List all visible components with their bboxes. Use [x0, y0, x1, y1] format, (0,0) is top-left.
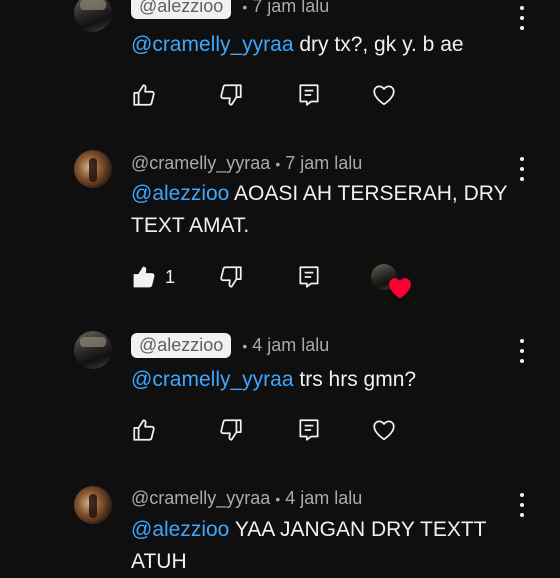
- separator: •: [275, 155, 281, 172]
- comment-meta: @cramelly_yyraa • 4 jam lalu: [131, 488, 362, 509]
- like-icon: [133, 266, 155, 288]
- comment-text: @cramelly_yyraa dry tx?, gk y. b ae: [131, 29, 511, 61]
- avatar[interactable]: [74, 150, 112, 188]
- like-button[interactable]: [131, 81, 157, 109]
- comment-body: dry tx?, gk y. b ae: [293, 33, 464, 56]
- timestamp: 4 jam lalu: [285, 488, 363, 508]
- more-options-icon[interactable]: [514, 6, 530, 30]
- creator-heart[interactable]: [371, 263, 411, 299]
- more-options-icon[interactable]: [514, 493, 530, 517]
- timestamp: 4 jam lalu: [252, 335, 330, 355]
- comment-meta: @alezzioo • 7 jam lalu: [131, 0, 329, 19]
- more-options-icon[interactable]: [514, 339, 530, 363]
- avatar[interactable]: [74, 0, 112, 32]
- avatar[interactable]: [74, 486, 112, 524]
- like-icon: [133, 84, 155, 106]
- mention-link[interactable]: @alezzioo: [131, 182, 229, 205]
- comment-body: trs hrs gmn?: [293, 368, 417, 391]
- separator: •: [275, 490, 281, 507]
- comment-meta: @alezzioo • 4 jam lalu: [131, 333, 329, 358]
- reply-icon: [299, 266, 319, 288]
- dislike-icon: [220, 84, 242, 106]
- author-chip[interactable]: @alezzioo: [131, 0, 232, 19]
- reply-icon: [299, 84, 319, 106]
- timestamp: 7 jam lalu: [252, 0, 330, 16]
- timestamp: 7 jam lalu: [285, 153, 363, 173]
- comment-meta: @cramelly_yyraa • 7 jam lalu: [131, 153, 362, 174]
- dislike-button[interactable]: [218, 81, 244, 109]
- more-options-icon[interactable]: [514, 157, 530, 181]
- like-button[interactable]: [131, 416, 157, 444]
- separator: •: [242, 337, 248, 354]
- dislike-icon: [220, 266, 242, 288]
- dislike-icon: [220, 419, 242, 441]
- reply-button[interactable]: [296, 263, 322, 291]
- author-name[interactable]: @cramelly_yyraa: [131, 153, 270, 174]
- comment-text: @cramelly_yyraa trs hrs gmn?: [131, 364, 511, 396]
- mention-link[interactable]: @cramelly_yyraa: [131, 33, 294, 56]
- reply-icon: [299, 419, 319, 441]
- avatar[interactable]: [74, 331, 112, 369]
- comment-text: @alezzioo YAA JANGAN DRY TEXTT ATUH: [131, 514, 511, 578]
- heart-icon: [373, 420, 395, 441]
- heart-badge-icon: [389, 278, 411, 299]
- heart-icon: [373, 85, 395, 106]
- author-name[interactable]: @cramelly_yyraa: [131, 488, 270, 509]
- heart-button[interactable]: [371, 81, 397, 109]
- separator: •: [242, 0, 248, 15]
- comment-text: @alezzioo AOASI AH TERSERAH, DRY TEXT AM…: [131, 178, 511, 242]
- heart-button[interactable]: [371, 416, 397, 444]
- mention-link[interactable]: @cramelly_yyraa: [131, 368, 294, 391]
- mention-link[interactable]: @alezzioo: [131, 518, 229, 541]
- dislike-button[interactable]: [218, 416, 244, 444]
- reply-button[interactable]: [296, 416, 322, 444]
- like-count: 1: [165, 266, 176, 287]
- like-icon: [133, 419, 155, 441]
- reply-button[interactable]: [296, 81, 322, 109]
- like-button[interactable]: 1: [131, 263, 175, 291]
- author-chip[interactable]: @alezzioo: [131, 333, 232, 358]
- dislike-button[interactable]: [218, 263, 244, 291]
